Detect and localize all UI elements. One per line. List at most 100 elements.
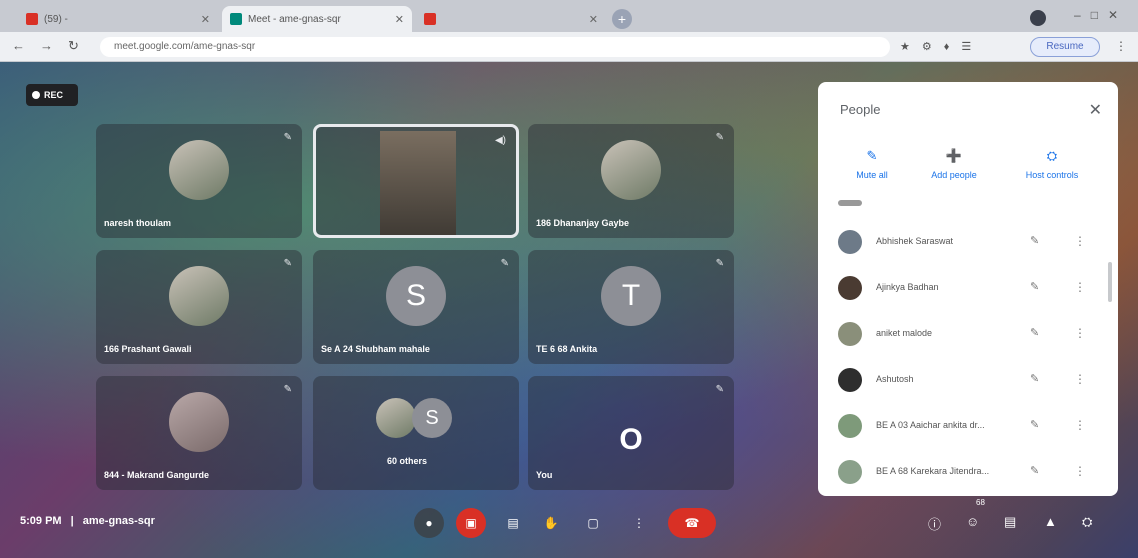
rec-label: REC: [44, 90, 64, 100]
tile-name: 186 Dhananjay Gaybe: [536, 218, 630, 228]
list-item[interactable]: Ajinkya Badhan ✎ ⋮: [818, 268, 1118, 314]
mic-off-icon: ✎: [715, 258, 724, 269]
tab-meet[interactable]: Meet - ame-gnas-sqr ✕: [222, 6, 412, 32]
tab-inbox[interactable]: (59) - ✕: [18, 6, 218, 32]
captions-button[interactable]: ▤: [498, 508, 528, 538]
tab-youtube[interactable]: ✕: [416, 6, 606, 32]
participant-video: [380, 131, 456, 235]
mic-off-icon: ✎: [283, 384, 292, 395]
avatar: [838, 322, 862, 346]
toolbar-extension-icons[interactable]: ★⚙♦☰: [900, 40, 983, 53]
participant-tile[interactable]: S ✎ Se A 24 Shubham mahale: [313, 250, 519, 364]
more-options-icon[interactable]: ⋮: [1074, 464, 1086, 478]
avatar-letter: S: [386, 266, 446, 326]
resume-button[interactable]: Resume: [1030, 37, 1100, 57]
activities-icon[interactable]: ▲: [1044, 514, 1057, 529]
close-icon[interactable]: ✕: [195, 13, 210, 26]
tile-name: naresh thoulam: [104, 218, 172, 228]
list-item[interactable]: aniket malode ✎ ⋮: [818, 314, 1118, 360]
close-icon[interactable]: ✕: [583, 13, 598, 26]
more-options-icon[interactable]: ⋮: [1074, 234, 1086, 248]
host-controls-button[interactable]: ⛭ Host controls: [1012, 148, 1092, 180]
youtube-icon: [424, 13, 436, 25]
more-options-button[interactable]: ⋮: [624, 508, 654, 538]
meeting-time: 5:09 PM: [20, 515, 62, 527]
meeting-details-icon[interactable]: ⓘ: [928, 514, 941, 533]
avatar-letter: S: [412, 398, 452, 438]
profile-icon[interactable]: [1030, 10, 1046, 26]
tile-name: Se A 24 Shubham mahale: [321, 344, 430, 354]
mic-off-icon: ✎: [866, 148, 878, 163]
list-item[interactable]: BE A 03 Aaichar ankita dr... ✎ ⋮: [818, 406, 1118, 452]
new-tab-button[interactable]: +: [612, 9, 632, 29]
participant-tile[interactable]: T ✎ TE 6 68 Ankita: [528, 250, 734, 364]
raise-hand-button[interactable]: ✋: [536, 508, 566, 538]
participant-tile[interactable]: ✎ 166 Prashant Gawali: [96, 250, 302, 364]
list-item[interactable]: BE A 68 Karekara Jitendra... ✎ ⋮: [818, 452, 1118, 498]
gmail-icon: [26, 13, 38, 25]
action-label: Add people: [931, 170, 977, 180]
people-icon[interactable]: ☺: [966, 514, 979, 529]
avatar-letter: O: [619, 423, 643, 456]
participant-name: BE A 03 Aaichar ankita dr...: [876, 420, 985, 430]
more-options-icon[interactable]: ⋮: [1074, 372, 1086, 386]
list-item[interactable]: Abhishek Saraswat ✎ ⋮: [818, 222, 1118, 268]
tile-name: 844 - Makrand Gangurde: [104, 470, 210, 480]
mic-off-icon[interactable]: ✎: [1030, 280, 1039, 293]
close-icon[interactable]: ✕: [389, 13, 404, 26]
avatar: [838, 276, 862, 300]
mic-off-icon: ✎: [283, 258, 292, 269]
more-options-icon[interactable]: ⋮: [1074, 326, 1086, 340]
window-controls[interactable]: –□✕: [1074, 8, 1128, 22]
browser-menu-icon[interactable]: ⋮: [1115, 39, 1127, 53]
tab-title: Meet - ame-gnas-sqr: [248, 13, 341, 25]
panel-title: People: [840, 102, 881, 117]
host-controls-icon: ⛭: [1046, 148, 1058, 163]
avatar: [169, 392, 229, 452]
mic-off-icon[interactable]: ✎: [1030, 326, 1039, 339]
participant-name: Ashutosh: [876, 374, 914, 384]
leave-call-button[interactable]: ☎: [668, 508, 716, 538]
separator: |: [70, 515, 74, 527]
record-dot-icon: [32, 91, 40, 99]
panel-scrollbar[interactable]: [1108, 262, 1112, 302]
forward-icon[interactable]: →: [40, 38, 53, 53]
tile-name: TE 6 68 Ankita: [536, 344, 598, 354]
more-options-icon[interactable]: ⋮: [1074, 418, 1086, 432]
url-input[interactable]: meet.google.com/ame-gnas-sqr: [100, 37, 890, 57]
mic-button[interactable]: ●: [414, 508, 444, 538]
tile-name: 166 Prashant Gawali: [104, 344, 192, 354]
avatar: [601, 140, 661, 200]
close-icon[interactable]: ✕: [1089, 100, 1102, 120]
back-icon[interactable]: ←: [12, 38, 25, 53]
participant-tile[interactable]: ✎ naresh thoulam: [96, 124, 302, 238]
mic-off-icon[interactable]: ✎: [1030, 234, 1039, 247]
more-options-icon[interactable]: ⋮: [1074, 280, 1086, 294]
camera-button[interactable]: ▣: [456, 508, 486, 538]
meeting-info: 5:09 PM | ame-gnas-sqr: [20, 515, 155, 527]
participant-name: Abhishek Saraswat: [876, 236, 954, 246]
avatar: [838, 230, 862, 254]
avatar: [838, 368, 862, 392]
others-tile[interactable]: S 60 others: [313, 376, 519, 490]
participant-tile[interactable]: ✎ 844 - Makrand Gangurde: [96, 376, 302, 490]
chat-icon[interactable]: ▤: [1004, 514, 1016, 530]
self-tile[interactable]: O ✎ You: [528, 376, 734, 490]
tile-name: 60 others: [387, 456, 428, 466]
participant-tile-active-speaker[interactable]: ◀): [313, 124, 519, 238]
mute-all-button[interactable]: ✎ Mute all: [832, 148, 912, 180]
avatar: [169, 140, 229, 200]
mic-off-icon[interactable]: ✎: [1030, 372, 1039, 385]
reload-icon[interactable]: ↻: [68, 38, 79, 54]
mic-off-icon[interactable]: ✎: [1030, 464, 1039, 477]
meeting-code: ame-gnas-sqr: [82, 515, 155, 527]
participant-tile[interactable]: ✎ 186 Dhananjay Gaybe: [528, 124, 734, 238]
add-people-button[interactable]: ➕ Add people: [914, 148, 994, 180]
speaking-icon: ◀): [494, 135, 506, 146]
participant-list: Abhishek Saraswat ✎ ⋮ Ajinkya Badhan ✎ ⋮…: [818, 222, 1118, 498]
mic-off-icon[interactable]: ✎: [1030, 418, 1039, 431]
host-controls-icon[interactable]: ⛭: [1082, 514, 1092, 530]
participant-count-badge: 68: [976, 498, 985, 507]
list-item[interactable]: Ashutosh ✎ ⋮: [818, 360, 1118, 406]
present-button[interactable]: ▢: [578, 508, 608, 538]
